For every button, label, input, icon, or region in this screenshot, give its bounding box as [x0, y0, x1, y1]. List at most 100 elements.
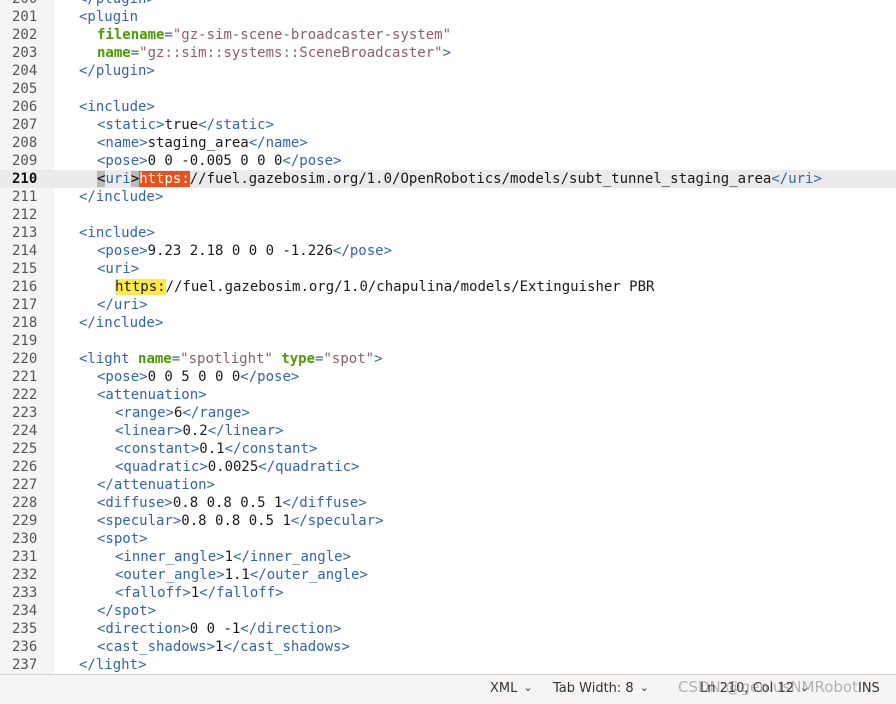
code-line[interactable]: 233 <falloff>1</falloff> [0, 584, 896, 602]
code-line[interactable]: 203 name="gz::sim::systems::SceneBroadcas… [0, 44, 896, 62]
code-token: <pose> [97, 369, 148, 385]
code-token: </outer_angle> [249, 567, 368, 583]
code-token: </direction> [240, 621, 342, 637]
line-number: 225 [12, 441, 38, 457]
code-line[interactable]: 228 <diffuse>0.8 0.8 0.5 1</diffuse> [0, 494, 896, 512]
line-number: 222 [12, 387, 38, 403]
code-line[interactable]: 200 </plugin> [0, 0, 896, 8]
code-token: = [130, 45, 140, 61]
code-token: <include> [79, 99, 155, 115]
line-number: 219 [12, 333, 38, 349]
code-token: //fuel.gazebosim.org/1.0/chapulina/model… [165, 279, 655, 295]
code-token: 0 0 -1 [189, 621, 241, 637]
code-line[interactable]: 217 </uri> [0, 296, 896, 314]
code-token: = [164, 27, 173, 43]
code-line[interactable]: 219 [0, 332, 896, 350]
code-line[interactable]: 231 <inner_angle>1</inner_angle> [0, 548, 896, 566]
code-line[interactable]: 235 <direction>0 0 -1</direction> [0, 620, 896, 638]
line-content: <diffuse>0.8 0.8 0.5 1</diffuse> [97, 494, 367, 512]
line-content: <outer_angle>1.1</outer_angle> [115, 566, 368, 584]
code-token: </cast_shadows> [223, 639, 350, 655]
line-number: 220 [12, 351, 38, 367]
code-line[interactable]: 215 <uri> [0, 260, 896, 278]
line-number: 202 [12, 27, 38, 43]
code-token: "spot" [323, 351, 375, 367]
line-content: <include> [79, 224, 155, 242]
language-selector[interactable]: XML ⌄ [490, 681, 533, 696]
code-token: <linear> [115, 423, 183, 439]
insert-mode-indicator[interactable]: INS [858, 681, 880, 696]
line-content: <uri>https://fuel.gazebosim.org/1.0/Open… [97, 170, 822, 188]
line-content: <static>true</static> [97, 116, 274, 134]
code-line[interactable]: 208 <name>staging_area</name> [0, 134, 896, 152]
line-content: <inner_angle>1</inner_angle> [115, 548, 351, 566]
line-number: 216 [12, 279, 38, 295]
code-line[interactable]: 202 filename="gz-sim-scene-broadcaster-sy… [0, 26, 896, 44]
line-content: <quadratic>0.0025</quadratic> [115, 458, 359, 476]
line-number: 218 [12, 315, 38, 331]
code-token: </diffuse> [282, 495, 367, 511]
code-token: <include> [79, 225, 155, 241]
line-content: <direction>0 0 -1</direction> [97, 620, 341, 638]
code-line[interactable]: 206 <include> [0, 98, 896, 116]
code-line[interactable]: 234 </spot> [0, 602, 896, 620]
code-line[interactable]: 204 </plugin> [0, 62, 896, 80]
line-content: <include> [79, 98, 155, 116]
code-token: </plugin> [79, 0, 155, 7]
code-line[interactable]: 229 <specular>0.8 0.8 0.5 1</specular> [0, 512, 896, 530]
line-content: </include> [79, 314, 163, 332]
line-content: <light name="spotlight" type="spot"> [79, 350, 383, 368]
code-line[interactable]: 226 <quadratic>0.0025</quadratic> [0, 458, 896, 476]
code-line[interactable]: 232 <outer_angle>1.1</outer_angle> [0, 566, 896, 584]
code-token: https: [115, 279, 166, 295]
code-line[interactable]: 220 <light name="spotlight" type="spot"> [0, 350, 896, 368]
code-editor[interactable]: 200</plugin>201<plugin202filename="gz-si… [0, 0, 896, 674]
code-line[interactable]: 230 <spot> [0, 530, 896, 548]
line-content: <constant>0.1</constant> [115, 440, 317, 458]
line-number: 229 [12, 513, 38, 529]
code-token: = [171, 351, 181, 367]
code-line[interactable]: 205 [0, 80, 896, 98]
code-line[interactable]: 211 </include> [0, 188, 896, 206]
code-token: name [97, 45, 131, 61]
code-line[interactable]: 213 <include> [0, 224, 896, 242]
code-token: </pose> [240, 369, 300, 385]
code-line[interactable]: 201 <plugin [0, 8, 896, 26]
line-content: <falloff>1</falloff> [115, 584, 284, 602]
code-line[interactable]: 209 <pose>0 0 -0.005 0 0 0</pose> [0, 152, 896, 170]
code-line[interactable]: 221 <pose>0 0 5 0 0 0</pose> [0, 368, 896, 386]
code-line[interactable]: 218 </include> [0, 314, 896, 332]
code-token: 9.23 2.18 0 0 0 -1.226 [147, 243, 334, 259]
code-line[interactable]: 214 <pose>9.23 2.18 0 0 0 -1.226</pose> [0, 242, 896, 260]
code-token: filename [97, 27, 165, 43]
line-content: <plugin [79, 8, 138, 26]
line-number: 232 [12, 567, 38, 583]
code-line[interactable]: 222 <attenuation> [0, 386, 896, 404]
code-token: </light> [79, 657, 147, 673]
line-content: <uri> [97, 260, 139, 278]
line-content: <name>staging_area</name> [97, 134, 308, 152]
code-token: <range> [115, 405, 175, 421]
code-line[interactable]: 237 </light> [0, 656, 896, 674]
line-content: <cast_shadows>1</cast_shadows> [97, 638, 350, 656]
line-number: 233 [12, 585, 38, 601]
code-line[interactable]: 227 </attenuation> [0, 476, 896, 494]
tab-width-label: Tab Width: 8 [553, 681, 634, 696]
code-token: </spot> [97, 603, 157, 619]
code-line[interactable]: 236 <cast_shadows>1</cast_shadows> [0, 638, 896, 656]
code-token: </falloff> [199, 585, 284, 601]
code-line[interactable]: 223 <range>6</range> [0, 404, 896, 422]
current-line[interactable]: 210 <uri>https://fuel.gazebosim.org/1.0/O… [0, 170, 896, 188]
line-content: name="gz::sim::systems::SceneBroadcaster… [97, 44, 451, 62]
code-token: "gz-sim-scene-broadcaster-system" [172, 27, 452, 43]
line-content: <pose>0 0 5 0 0 0</pose> [97, 368, 299, 386]
code-line[interactable]: 225 <constant>0.1</constant> [0, 440, 896, 458]
code-line[interactable]: 212 [0, 206, 896, 224]
tab-width-selector[interactable]: Tab Width: 8 ⌄ [553, 681, 649, 696]
line-content: </spot> [97, 602, 156, 620]
code-line[interactable]: 224 <linear>0.2</linear> [0, 422, 896, 440]
code-line[interactable]: 207 <static>true</static> [0, 116, 896, 134]
code-line[interactable]: 216 https://fuel.gazebosim.org/1.0/chapul… [0, 278, 896, 296]
line-number: 205 [12, 81, 38, 97]
line-content: </light> [79, 656, 146, 674]
